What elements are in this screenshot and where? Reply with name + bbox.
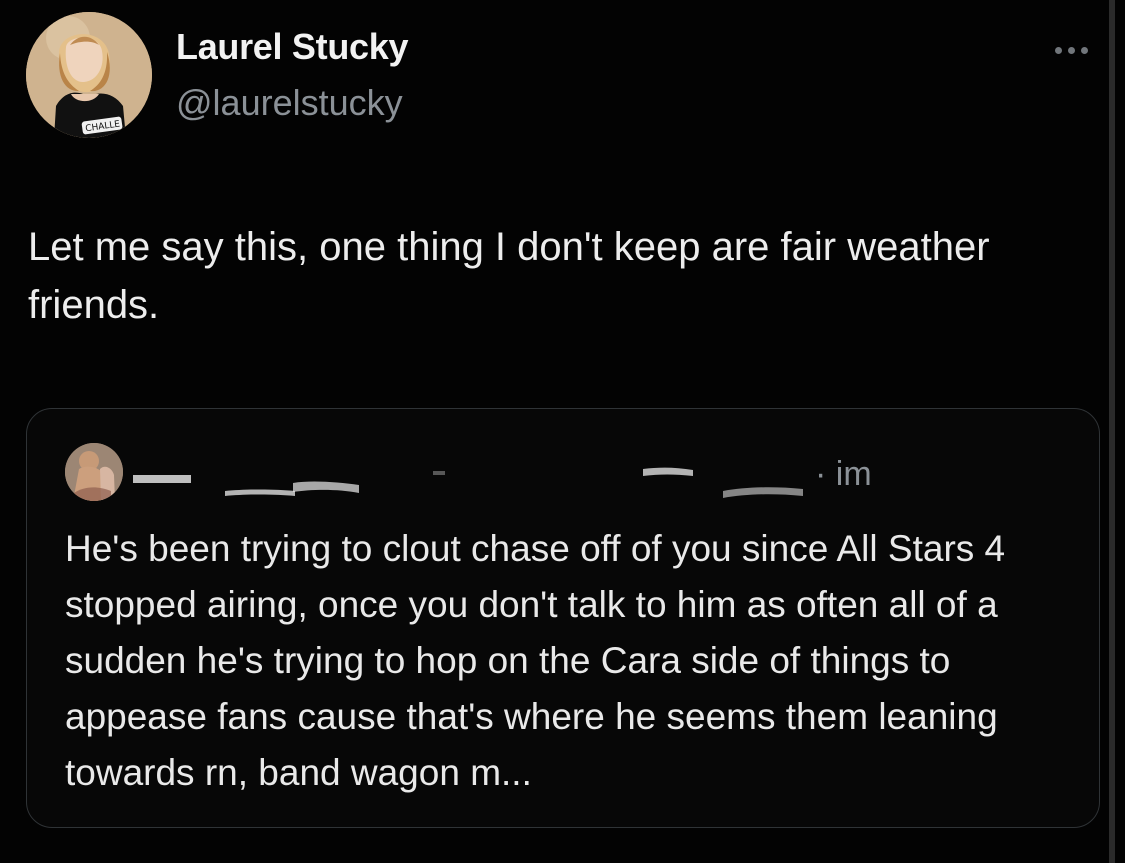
more-horizontal-icon[interactable] (1047, 42, 1095, 58)
quoted-tweet-text: He's been trying to clout chase off of y… (65, 528, 1006, 793)
quoted-tweet-card[interactable]: · im He's been trying to clout chase off… (26, 408, 1100, 828)
more-dot-icon (1054, 46, 1062, 54)
tweet-screen: CHALLE Laurel Stucky @laurelstucky Let m… (0, 0, 1125, 863)
redacted-author-name (133, 467, 803, 498)
author-handle[interactable]: @laurelstucky (176, 82, 403, 124)
avatar-image-icon: CHALLE (26, 12, 152, 138)
tweet-text: Let me say this, one thing I don't keep … (28, 225, 990, 327)
author-display-name[interactable]: Laurel Stucky (176, 26, 409, 68)
more-dot-icon (1080, 46, 1088, 54)
author-avatar[interactable]: CHALLE (26, 12, 152, 138)
quoted-timestamp: · im (815, 455, 872, 493)
more-dot-icon (1067, 46, 1075, 54)
edge-divider (1109, 0, 1115, 863)
quoted-avatar-image-icon (65, 443, 123, 501)
quoted-author-avatar[interactable] (65, 443, 123, 501)
